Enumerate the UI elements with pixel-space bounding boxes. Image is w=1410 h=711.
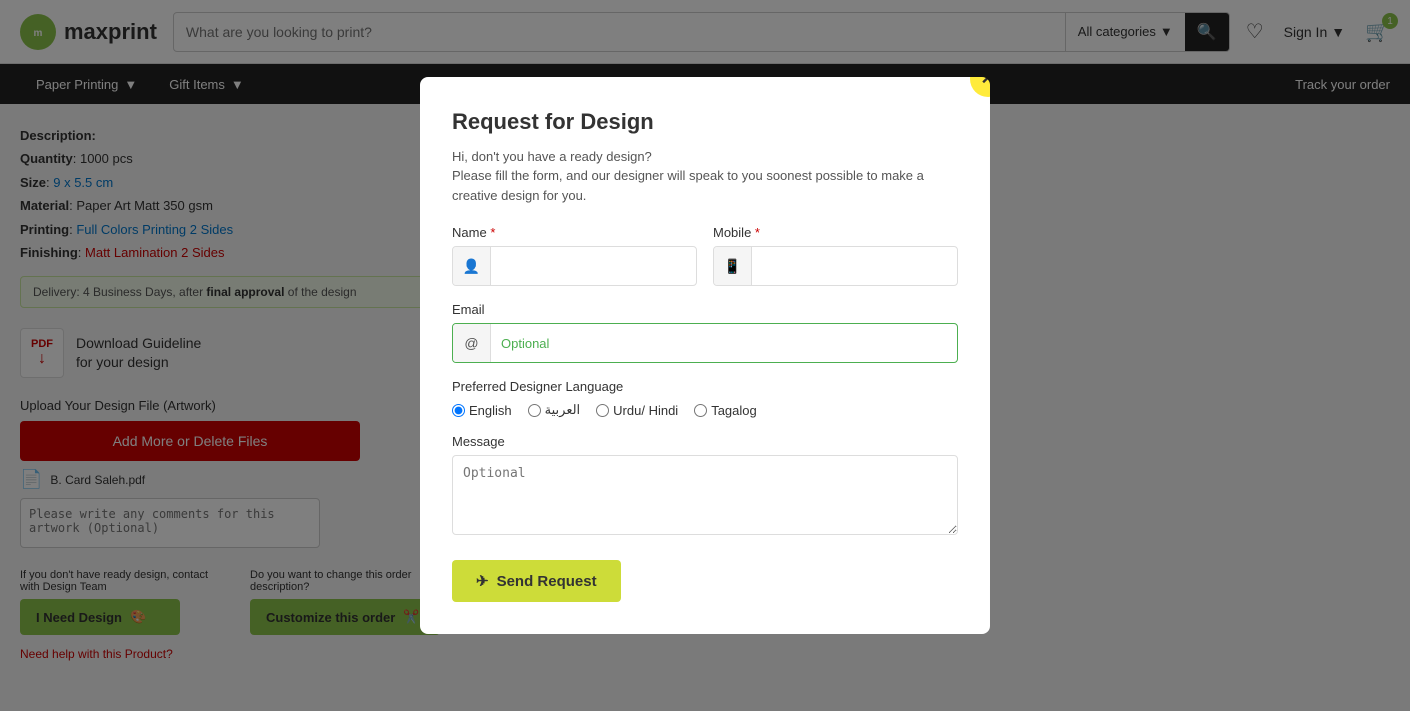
- name-field-group: Name * 👤: [452, 225, 697, 286]
- language-radio-group: English العربية Urdu/ Hindi Tagalog: [452, 402, 958, 418]
- email-label: Email: [452, 302, 958, 317]
- modal-overlay[interactable]: ✕ Request for Design Hi, don't you have …: [0, 0, 1410, 711]
- lang-tagalog[interactable]: Tagalog: [694, 403, 757, 418]
- message-label: Message: [452, 434, 958, 449]
- radio-english[interactable]: [452, 404, 465, 417]
- radio-tagalog[interactable]: [694, 404, 707, 417]
- email-field-group: Email @ Optional: [452, 302, 958, 363]
- phone-icon: 📱: [714, 247, 752, 285]
- email-input-wrapper: @ Optional: [452, 323, 958, 363]
- preferred-language-label: Preferred Designer Language: [452, 379, 958, 394]
- name-input-wrapper: 👤: [452, 246, 697, 286]
- message-textarea[interactable]: [452, 455, 958, 535]
- modal-title: Request for Design: [452, 109, 958, 135]
- lang-arabic[interactable]: العربية: [528, 402, 581, 418]
- close-icon: ✕: [980, 77, 990, 90]
- email-placeholder: Optional: [491, 336, 957, 351]
- mobile-label: Mobile *: [713, 225, 958, 240]
- lang-english[interactable]: English: [452, 403, 512, 418]
- name-mobile-row: Name * 👤 Mobile * 📱: [452, 225, 958, 286]
- mobile-required: *: [755, 225, 760, 240]
- name-required: *: [490, 225, 495, 240]
- mobile-input-wrapper: 📱: [713, 246, 958, 286]
- radio-urdu-hindi[interactable]: [596, 404, 609, 417]
- name-input[interactable]: [491, 259, 696, 274]
- mobile-field-group: Mobile * 📱: [713, 225, 958, 286]
- person-icon: 👤: [453, 247, 491, 285]
- preferred-language-section: Preferred Designer Language English العر…: [452, 379, 958, 418]
- lang-urdu-hindi[interactable]: Urdu/ Hindi: [596, 403, 678, 418]
- send-icon: ✈: [476, 572, 489, 590]
- modal-close-button[interactable]: ✕: [970, 77, 990, 97]
- modal: ✕ Request for Design Hi, don't you have …: [420, 77, 990, 635]
- message-section: Message: [452, 434, 958, 540]
- name-label: Name *: [452, 225, 697, 240]
- send-request-button[interactable]: ✈ Send Request: [452, 560, 621, 602]
- radio-arabic[interactable]: [528, 404, 541, 417]
- mobile-input[interactable]: [752, 259, 957, 274]
- modal-subtitle: Hi, don't you have a ready design? Pleas…: [452, 147, 958, 206]
